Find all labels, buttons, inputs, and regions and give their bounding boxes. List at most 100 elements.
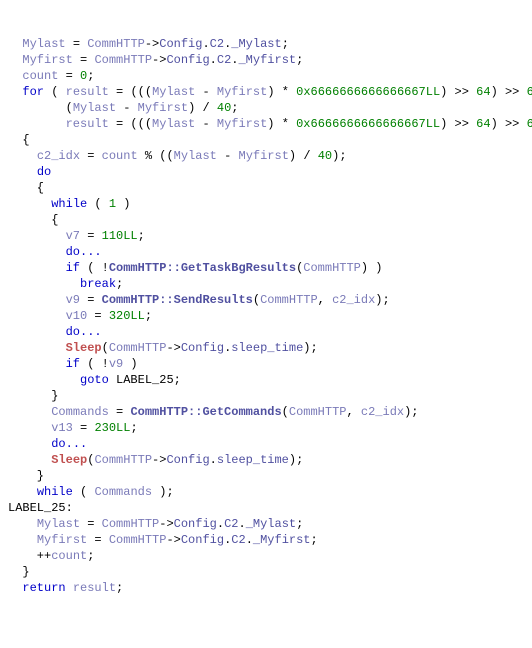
member: Config	[166, 53, 209, 67]
keyword-if: if	[66, 261, 80, 275]
keyword-while: while	[51, 197, 87, 211]
number: 64	[476, 117, 490, 131]
identifier: count	[102, 149, 138, 163]
line: }	[8, 565, 30, 579]
number: 40	[318, 149, 332, 163]
identifier: Mylast	[22, 37, 65, 51]
identifier: count	[51, 549, 87, 563]
line: do	[8, 165, 51, 179]
identifier: CommHTTP	[289, 405, 347, 419]
line: do...	[8, 325, 102, 339]
identifier: CommHTTP	[109, 341, 167, 355]
identifier: v7	[66, 229, 80, 243]
number: 1	[109, 197, 116, 211]
member: sleep_time	[231, 341, 303, 355]
line: v7 = 110LL;	[8, 229, 145, 243]
function-call: Sleep	[66, 341, 102, 355]
identifier: CommHTTP	[303, 261, 361, 275]
line: count = 0;	[8, 69, 94, 83]
line: for ( result = (((Mylast - Myfirst) * 0x…	[8, 85, 532, 99]
line: ++count;	[8, 549, 94, 563]
member: _Myfirst	[253, 533, 311, 547]
keyword-do: do...	[66, 245, 102, 259]
function-call: CommHTTP::GetCommands	[130, 405, 281, 419]
line: Sleep(CommHTTP->Config.sleep_time);	[8, 341, 318, 355]
identifier: Myfirst	[217, 85, 267, 99]
line: do...	[8, 437, 87, 451]
line: }	[8, 389, 58, 403]
member: _Myfirst	[238, 53, 296, 67]
line: do...	[8, 245, 102, 259]
keyword-if: if	[66, 357, 80, 371]
identifier: c2_idx	[37, 149, 80, 163]
member: Config	[159, 37, 202, 51]
identifier: CommHTTP	[102, 517, 160, 531]
line: {	[8, 133, 30, 147]
number: 0x6666666666666667LL	[296, 117, 440, 131]
line: Mylast = CommHTTP->Config.C2._Mylast;	[8, 517, 303, 531]
member: sleep_time	[217, 453, 289, 467]
line: result = (((Mylast - Myfirst) * 0x666666…	[8, 117, 532, 131]
identifier: Mylast	[152, 117, 195, 131]
member: C2	[224, 517, 238, 531]
keyword-return: return	[22, 581, 65, 595]
number: 320LL	[109, 309, 145, 323]
line: Sleep(CommHTTP->Config.sleep_time);	[8, 453, 303, 467]
line: {	[8, 213, 58, 227]
line: while ( Commands );	[8, 485, 174, 499]
member: _Mylast	[246, 517, 296, 531]
line: LABEL_25:	[8, 501, 73, 515]
keyword-do: do...	[51, 437, 87, 451]
identifier: v9	[109, 357, 123, 371]
line: v10 = 320LL;	[8, 309, 152, 323]
line: Mylast = CommHTTP->Config.C2._Mylast;	[8, 37, 289, 51]
line: v9 = CommHTTP::SendResults(CommHTTP, c2_…	[8, 293, 390, 307]
identifier: c2_idx	[332, 293, 375, 307]
identifier: Myfirst	[239, 149, 289, 163]
identifier: Myfirst	[138, 101, 188, 115]
line: {	[8, 181, 44, 195]
keyword-goto: goto	[80, 373, 109, 387]
line: break;	[8, 277, 123, 291]
line: if ( !CommHTTP::GetTaskBgResults(CommHTT…	[8, 261, 382, 275]
number: 64	[476, 85, 490, 99]
keyword-do: do...	[66, 325, 102, 339]
identifier: Myfirst	[22, 53, 72, 67]
identifier: Mylast	[174, 149, 217, 163]
line: while ( 1 )	[8, 197, 130, 211]
identifier: Mylast	[152, 85, 195, 99]
number: 40	[217, 101, 231, 115]
member: Config	[181, 533, 224, 547]
label: LABEL_25:	[8, 501, 73, 515]
identifier: CommHTTP	[87, 37, 145, 51]
function-call: CommHTTP::SendResults	[102, 293, 253, 307]
function-call: CommHTTP::GetTaskBgResults	[109, 261, 296, 275]
identifier: Commands	[94, 485, 152, 499]
keyword-do: do	[37, 165, 51, 179]
identifier: Myfirst	[217, 117, 267, 131]
identifier: v9	[66, 293, 80, 307]
member: C2	[231, 533, 245, 547]
number: 110LL	[102, 229, 138, 243]
line: return result;	[8, 581, 123, 595]
identifier: result	[66, 117, 109, 131]
label-ref: LABEL_25	[116, 373, 174, 387]
line: v13 = 230LL;	[8, 421, 138, 435]
identifier: CommHTTP	[94, 53, 152, 67]
identifier: Commands	[51, 405, 109, 419]
number: 0x6666666666666667LL	[296, 85, 440, 99]
keyword-for: for	[22, 85, 44, 99]
line: Myfirst = CommHTTP->Config.C2._Myfirst;	[8, 53, 303, 67]
line: goto LABEL_25;	[8, 373, 181, 387]
line: c2_idx = count % ((Mylast - Myfirst) / 4…	[8, 149, 347, 163]
identifier: result	[66, 85, 109, 99]
identifier: Mylast	[37, 517, 80, 531]
identifier: CommHTTP	[260, 293, 318, 307]
number: 63	[527, 117, 532, 131]
member: C2	[217, 53, 231, 67]
line: Myfirst = CommHTTP->Config.C2._Myfirst;	[8, 533, 318, 547]
line: }	[8, 469, 44, 483]
line: Commands = CommHTTP::GetCommands(CommHTT…	[8, 405, 419, 419]
member: Config	[174, 517, 217, 531]
line: (Mylast - Myfirst) / 40;	[8, 101, 238, 115]
